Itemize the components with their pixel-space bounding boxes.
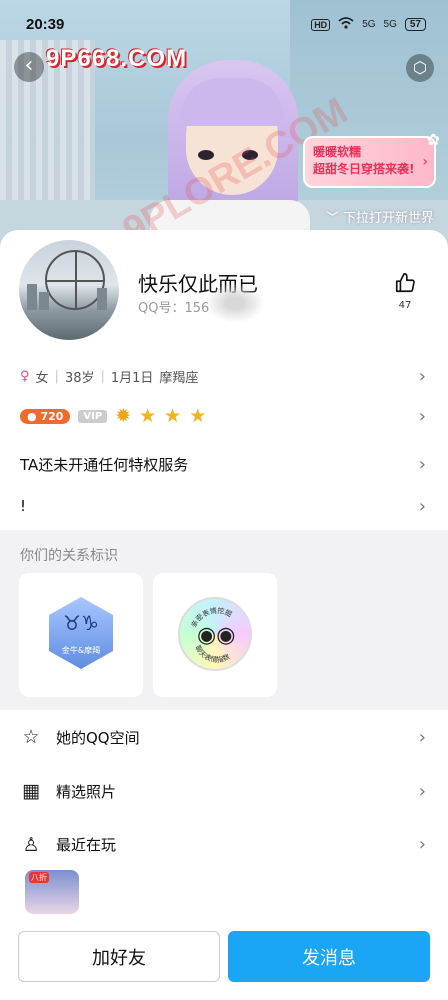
flower-icon: ✿ [426, 130, 440, 149]
like-count: 47 [398, 300, 412, 311]
signal-icon: 5G [362, 19, 376, 30]
back-button[interactable]: ‹ [14, 52, 44, 82]
emoji-badge: 亲密表情挖掘 聊天表情指数 ◉◉ [178, 597, 252, 671]
relation-title: 你们的关系标识 [20, 548, 118, 564]
signal-icon-2: 5G [383, 19, 397, 30]
star-icon: ★ [189, 405, 207, 427]
status-time: 20:39 [26, 16, 65, 33]
vip-badge: VIP [78, 409, 108, 423]
wifi-icon [338, 17, 354, 32]
coin-level-badge: ● 720 [20, 408, 71, 424]
star-outline-icon: ☆ [22, 726, 40, 748]
sun-icon: ✹ [115, 405, 132, 427]
avatar-eye-left [198, 150, 214, 160]
qzone-label: 她的QQ空间 [56, 728, 140, 747]
site-watermark: 9P668.COM [46, 45, 188, 72]
building-shape [39, 292, 49, 310]
send-message-button[interactable]: 发消息 [228, 931, 430, 982]
zodiac-text: 摩羯座 [159, 370, 199, 386]
relation-card-emoji[interactable]: 亲密表情挖掘 聊天表情指数 ◉◉ [153, 573, 277, 697]
privilege-row[interactable]: TA还未开通任何特权服务 › [0, 452, 448, 476]
chevron-right-icon: › [418, 405, 426, 427]
chevron-right-icon: › [418, 365, 426, 387]
signature-row[interactable]: ! › [0, 494, 448, 518]
divider: | [54, 368, 59, 384]
photos-row[interactable]: ▦ 精选照片 › [0, 764, 448, 818]
hexagon-icon: ⬡ [413, 58, 427, 77]
star-icon: ★ [139, 405, 157, 427]
like-button[interactable]: 47 [390, 272, 420, 311]
status-bar: 20:39 HD 5G 5G 57 [0, 0, 448, 40]
basic-info-row[interactable]: ♀ 女 | 38岁 | 1月1日 摩羯座 › [0, 364, 448, 388]
avatar[interactable] [19, 240, 119, 340]
qq-label: QQ号： [138, 301, 185, 316]
building-shape [97, 288, 107, 310]
battery-icon: 57 [404, 18, 426, 31]
chevron-down-icon: ﹀ [325, 211, 339, 226]
building-shape [27, 284, 37, 310]
pull-hint[interactable]: ﹀ 下拉打开新世界 [326, 207, 434, 226]
ferris-wheel-shape [45, 250, 105, 310]
chevron-left-icon: ‹ [24, 53, 34, 78]
promo-line2: 超甜冬日穿搭来袭! [313, 162, 415, 176]
privilege-text: TA还未开通任何特权服务 [20, 455, 189, 474]
relation-card-zodiac[interactable]: ♉♑ 金牛&摩羯 [19, 573, 143, 697]
photos-label: 精选照片 [56, 782, 117, 801]
divider: | [100, 368, 105, 384]
add-friend-button[interactable]: 加好友 [18, 931, 220, 982]
zodiac-symbols: ♉♑ [63, 611, 99, 635]
star-icon: ★ [164, 405, 182, 427]
signature-text: ! [20, 497, 27, 515]
female-icon: ♀ [20, 368, 30, 384]
level-badges-row[interactable]: ● 720 VIP ✹ ★ ★ ★ › [0, 404, 448, 428]
status-icons: HD 5G 5G 57 [311, 17, 426, 32]
smiley-face-icon: ◉◉ [197, 623, 236, 648]
birthday-text: 1月1日 [110, 370, 154, 386]
chevron-right-icon: › [418, 495, 426, 517]
blur-mask [205, 283, 265, 323]
chevron-right-icon: › [422, 154, 428, 170]
pull-hint-text: 下拉打开新世界 [342, 211, 434, 226]
grid-icon: ▦ [22, 780, 40, 802]
zodiac-badge: ♉♑ 金牛&摩羯 [49, 597, 113, 669]
promo-banner[interactable]: ✿ 暖暖软糯 超甜冬日穿搭来袭! › [303, 130, 440, 188]
hexagon-menu-button[interactable]: ⬡ [406, 54, 434, 82]
chevron-right-icon: › [418, 726, 426, 748]
qq-number: QQ号：156 [138, 297, 209, 316]
gamepad-icon: ♙ [22, 834, 40, 856]
game-tag: 八折 [29, 872, 49, 883]
gender-text: 女 [35, 370, 49, 386]
thumbs-up-icon [390, 272, 420, 300]
chevron-right-icon: › [418, 453, 426, 475]
age-text: 38岁 [64, 370, 95, 386]
chevron-right-icon: › [418, 834, 426, 855]
recent-play-label: 最近在玩 [56, 836, 117, 854]
promo-line1: 暖暖软糯 [313, 145, 362, 159]
hd-icon: HD [311, 18, 331, 31]
coin-level-value: 720 [40, 409, 64, 423]
game-thumbnail[interactable]: 八折 [25, 870, 79, 914]
zodiac-badge-label: 金牛&摩羯 [61, 646, 101, 655]
qzone-row[interactable]: ☆ 她的QQ空间 › [0, 710, 448, 764]
chevron-right-icon: › [418, 780, 426, 802]
